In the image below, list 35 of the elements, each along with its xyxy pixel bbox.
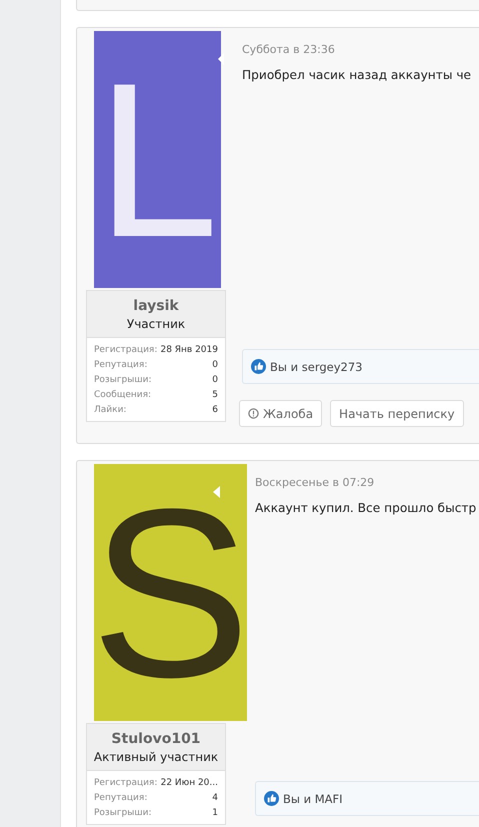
post-text: Аккаунт купил. Все прошло быстр	[255, 501, 476, 515]
user-rank: Активный участник	[94, 750, 218, 764]
username[interactable]: Stulovo101	[111, 731, 201, 747]
stat-value: 0	[212, 359, 218, 372]
message-button[interactable]: Начать переписку	[330, 400, 464, 427]
stat-value: 5	[212, 389, 218, 402]
avatar[interactable]: L	[94, 31, 221, 288]
post-text: Приобрел часик назад аккаунты че	[242, 68, 472, 82]
stat-label: Лайки:	[94, 404, 126, 417]
post-date[interactable]: Суббота в 23:36	[242, 43, 335, 56]
report-button[interactable]: Жалоба	[239, 400, 322, 427]
pointer-arrow	[218, 53, 224, 65]
pointer-arrow	[213, 486, 220, 498]
stat-label: Репутация:	[94, 359, 148, 372]
avatar[interactable]: S	[94, 464, 247, 721]
stat-value: 22 Июн 20...	[160, 777, 218, 790]
warning-icon	[248, 408, 259, 419]
stat-label: Розыгрыши:	[94, 807, 152, 820]
stat-value: 6	[212, 404, 218, 417]
like-icon	[251, 359, 266, 374]
stat-label: Репутация:	[94, 792, 148, 805]
stat-label: Регистрация:	[94, 344, 158, 357]
stat-value: 0	[212, 374, 218, 387]
stat-label: Сообщения:	[94, 389, 152, 402]
user-rank: Участник	[126, 317, 186, 331]
stat-label: Розыгрыши:	[94, 374, 152, 387]
stat-value: 1	[212, 807, 218, 820]
post-date[interactable]: Воскресенье в 07:29	[255, 476, 374, 489]
likes-text[interactable]: Вы и sergey273	[270, 360, 362, 374]
likes-text[interactable]: Вы и MAFI	[283, 792, 343, 806]
stat-value: 28 Янв 2019	[160, 344, 218, 357]
stat-value: 4	[212, 792, 218, 805]
stat-label: Регистрация:	[94, 777, 158, 790]
like-icon	[264, 791, 279, 806]
username[interactable]: laysik	[133, 298, 179, 314]
